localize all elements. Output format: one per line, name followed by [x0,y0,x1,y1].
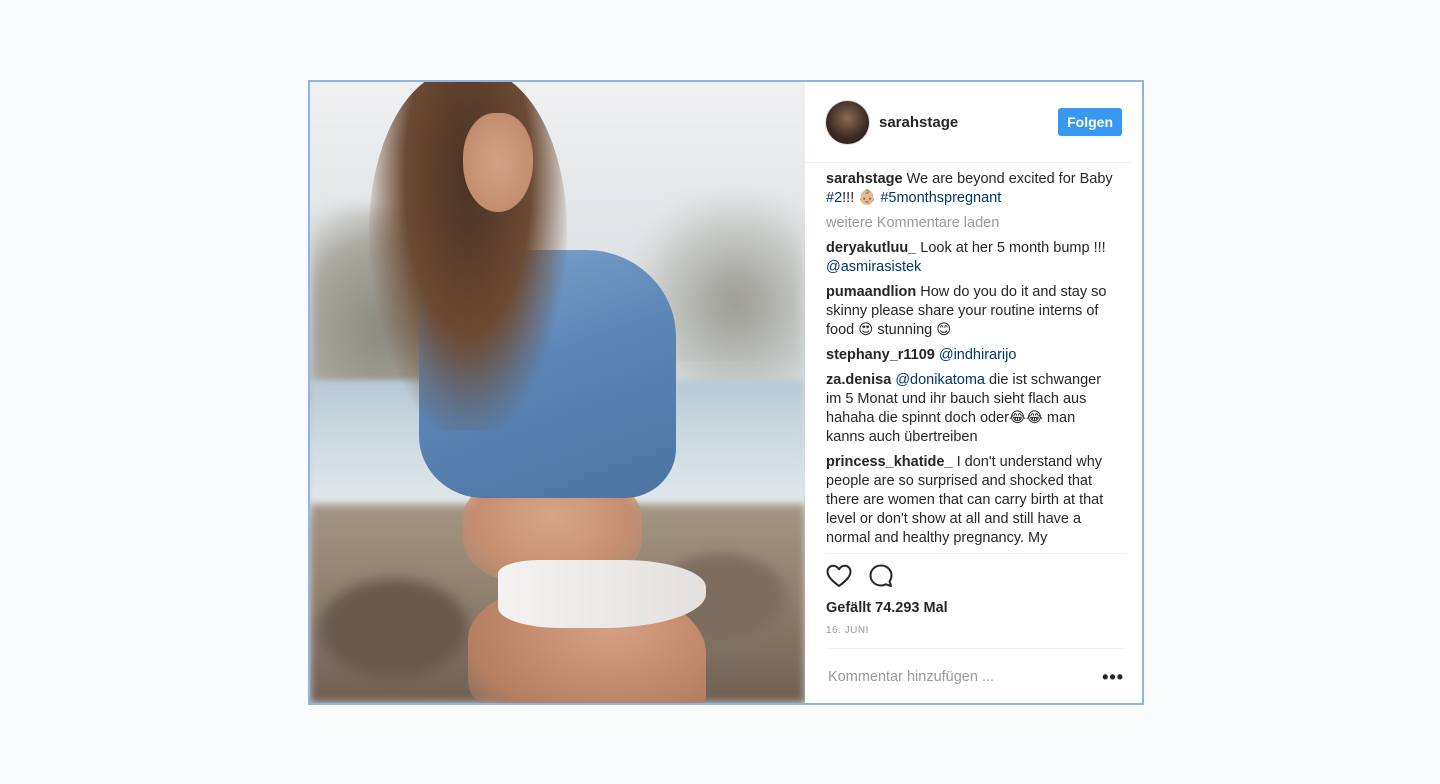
post-frame: sarahstage Folgen sarahstage We are beyo… [308,80,1144,705]
comment-input[interactable] [826,668,1068,685]
caption: sarahstage We are beyond excited for Bab… [826,170,1116,208]
photo-face [463,113,533,213]
follow-button[interactable]: Folgen [1058,108,1122,136]
photo-bottoms [498,560,706,629]
photo-rock [319,578,469,679]
post-sidebar: sarahstage Folgen sarahstage We are beyo… [805,82,1142,703]
comment-item: stephany_r1109 @indhirarijo [826,346,1116,365]
post-actions: Gefällt 74.293 Mal 16. JUNI [826,553,1126,636]
caption-username[interactable]: sarahstage [826,171,903,187]
mention-link[interactable]: @indhirarijo [939,347,1017,363]
comment-item: pumaandlion How do you do it and stay so… [826,283,1116,340]
header-username[interactable]: sarahstage [879,114,1058,131]
comment-username[interactable]: princess_khatide_ [826,454,953,470]
avatar[interactable] [826,100,869,144]
heart-icon[interactable] [826,564,852,593]
post-date[interactable]: 16. JUNI [826,625,1126,636]
comment-item: deryakutluu_ Look at her 5 month bump !!… [826,239,1116,277]
comment-username[interactable]: pumaandlion [826,284,916,300]
comment-username[interactable]: za.denisa [826,372,891,388]
comment-icon[interactable] [868,563,894,594]
caption-text: !!! 👶🏼 [842,190,881,206]
load-more-comments[interactable]: weitere Kommentare laden [826,214,1116,233]
caption-text: We are beyond excited for Baby [902,171,1113,187]
comment-username[interactable]: deryakutluu_ [826,240,916,256]
action-icons [826,564,1126,592]
comment-username[interactable]: stephany_r1109 [826,347,935,363]
comment-item: princess_khatide_ I don't understand why… [826,453,1116,548]
more-icon[interactable]: ••• [1102,668,1124,686]
likes-count[interactable]: Gefällt 74.293 Mal [826,600,1126,616]
hashtag-link[interactable]: #2 [826,190,842,206]
comment-text: Look at her 5 month bump !!! [916,240,1106,256]
mention-link[interactable]: @donikatoma [895,372,985,388]
comments-list[interactable]: sarahstage We are beyond excited for Bab… [826,170,1116,553]
post-photo[interactable] [310,82,805,703]
comment-item: za.denisa @donikatoma die ist schwanger … [826,371,1116,447]
add-comment-bar: ••• [826,648,1126,704]
mention-link[interactable]: @asmirasistek [826,259,921,275]
post-header: sarahstage Folgen [805,82,1132,163]
hashtag-link[interactable]: #5monthspregnant [880,190,1001,206]
